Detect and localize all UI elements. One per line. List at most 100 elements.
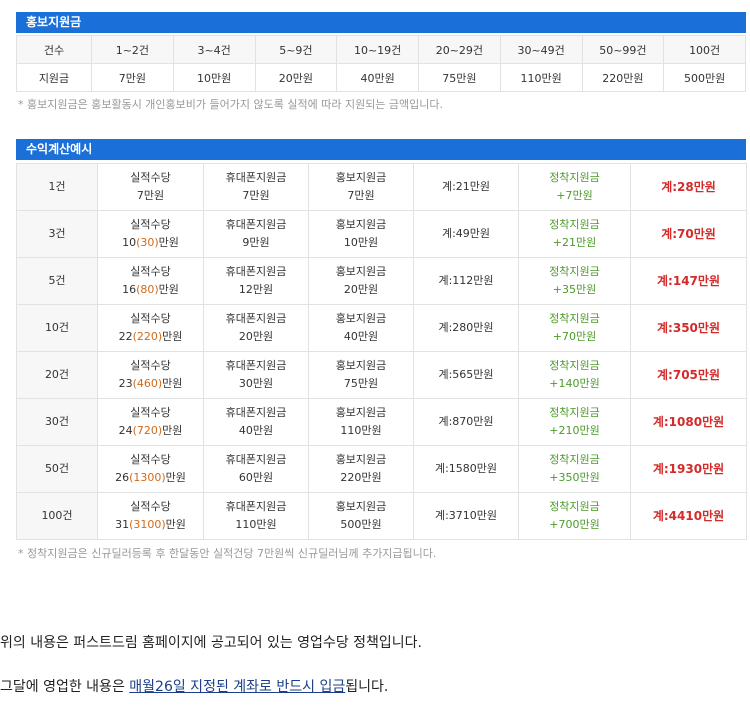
phone-value: 30만원 [238, 377, 274, 390]
amount-cell: 7만원 [91, 63, 174, 92]
promo-value: 110만원 [340, 424, 382, 437]
promo-cell: 홍보지원금 20만원 [308, 257, 414, 305]
perf-cumulative: (720) [132, 424, 163, 437]
count-cell: 5건 [16, 257, 98, 305]
perf-label: 실적수당 [130, 218, 171, 231]
perf-base: 31 [115, 518, 130, 531]
perf-cell: 실적수당 10(30)만원 [97, 210, 204, 258]
total-cell: 계:4410만원 [630, 492, 747, 540]
phone-value: 12만원 [238, 283, 274, 296]
perf-base: 16 [122, 283, 137, 296]
settle-value: +35만원 [552, 283, 597, 296]
phone-value: 20만원 [238, 330, 274, 343]
table-row: 5건 실적수당 16(80)만원 휴대폰지원금 12만원 홍보지원금 20만원 계:112만원… [16, 257, 747, 305]
count-cell: 10~19건 [336, 35, 419, 64]
perf-cell: 실적수당 26(1300)만원 [97, 445, 204, 493]
count-cell: 20~29건 [418, 35, 501, 64]
settle-cell: 정착지원금 +210만원 [518, 398, 631, 446]
promo-label: 홍보지원금 [335, 406, 387, 419]
settle-cell: 정착지원금 +350만원 [518, 445, 631, 493]
phone-label: 휴대폰지원금 [225, 171, 287, 184]
phone-value: 60만원 [238, 471, 274, 484]
phone-cell: 휴대폰지원금 110만원 [203, 492, 309, 540]
perf-label: 실적수당 [130, 500, 171, 513]
subtotal-cell: 계:112만원 [413, 257, 519, 305]
count-cell: 50~99건 [581, 35, 665, 64]
amount-cell: 20만원 [254, 63, 338, 92]
promo-value: 7만원 [347, 189, 375, 202]
perf-unit: 만원 [162, 424, 183, 437]
perf-label: 실적수당 [130, 406, 171, 419]
promo-support-header: 홍보지원금 [16, 12, 746, 33]
phone-label: 휴대폰지원금 [225, 406, 287, 419]
perf-value: 7만원 [98, 187, 203, 205]
phone-cell: 휴대폰지원금 40만원 [203, 398, 309, 446]
promo-label: 홍보지원금 [335, 453, 387, 466]
perf-cumulative: (80) [136, 283, 159, 296]
promo-cell: 홍보지원금 500만원 [308, 492, 414, 540]
payment-date-link[interactable]: 매월26일 지정된 계좌로 반드시 입금 [129, 679, 345, 695]
settle-cell: 정착지원금 +35만원 [518, 257, 631, 305]
subtotal-cell: 계:870만원 [413, 398, 519, 446]
table-row: 10건 실적수당 22(220)만원 휴대폰지원금 20만원 홍보지원금 40만원 계:280… [16, 304, 747, 352]
perf-cumulative: (460) [132, 377, 163, 390]
perf-value: 16(80)만원 [98, 281, 203, 299]
perf-cell: 실적수당 7만원 [97, 163, 204, 211]
promo-value: 10만원 [343, 236, 379, 249]
perf-cell: 실적수당 24(720)만원 [97, 398, 204, 446]
perf-cumulative: (3100) [129, 518, 166, 531]
promo-label: 홍보지원금 [335, 359, 387, 372]
promo-support-table: 건수 1~2건 3~4건 5~9건 10~19건 20~29건 30~49건 50~99건 10… [16, 35, 746, 92]
promo-cell: 홍보지원금 75만원 [308, 351, 414, 399]
promo-value: 220만원 [340, 471, 382, 484]
table-row: 1건 실적수당 7만원 휴대폰지원금 7만원 홍보지원금 7만원 계:21만원 정착지원금 +7만… [16, 163, 747, 211]
table-row: 100건 실적수당 31(3100)만원 휴대폰지원금 110만원 홍보지원금 500만원 계… [16, 492, 747, 540]
settle-value: +140만원 [549, 377, 600, 390]
phone-label: 휴대폰지원금 [225, 500, 287, 513]
settle-label: 정착지원금 [549, 312, 600, 325]
total-cell: 계:147만원 [630, 257, 747, 305]
settle-label: 정착지원금 [549, 500, 600, 513]
settle-cell: 정착지원금 +21만원 [518, 210, 631, 258]
settle-cell: 정착지원금 +140만원 [518, 351, 631, 399]
count-cell: 1건 [16, 163, 98, 211]
perf-label: 실적수당 [130, 312, 171, 325]
subtotal-cell: 계:1580만원 [413, 445, 519, 493]
perf-unit: 만원 [165, 518, 186, 531]
total-cell: 계:1930만원 [630, 445, 747, 493]
perf-value: 23(460)만원 [98, 375, 203, 393]
settle-value: +210만원 [549, 424, 600, 437]
settle-value: +7만원 [556, 189, 593, 202]
subtotal-cell: 계:3710만원 [413, 492, 519, 540]
phone-cell: 휴대폰지원금 9만원 [203, 210, 309, 258]
phone-label: 휴대폰지원금 [225, 265, 287, 278]
settle-cell: 정착지원금 +70만원 [518, 304, 631, 352]
perf-label: 실적수당 [130, 265, 171, 278]
perf-value: 24(720)만원 [98, 422, 203, 440]
settle-label: 정착지원금 [549, 359, 600, 372]
amount-cell: 220만원 [581, 63, 665, 92]
promo-cell: 홍보지원금 40만원 [308, 304, 414, 352]
row-label: 지원금 [16, 63, 92, 92]
perf-cell: 실적수당 22(220)만원 [97, 304, 204, 352]
settle-value: +21만원 [552, 236, 597, 249]
phone-label: 휴대폰지원금 [225, 218, 287, 231]
total-cell: 계:70만원 [630, 210, 747, 258]
perf-cell: 실적수당 23(460)만원 [97, 351, 204, 399]
count-cell: 20건 [16, 351, 98, 399]
table-row: 지원금 7만원 10만원 20만원 40만원 75만원 110만원 220만원 500만원 [16, 63, 746, 92]
phone-cell: 휴대폰지원금 7만원 [203, 163, 309, 211]
count-cell: 5~9건 [254, 35, 338, 64]
perf-base: 22 [118, 330, 133, 343]
promo-cell: 홍보지원금 110만원 [308, 398, 414, 446]
promo-label: 홍보지원금 [335, 265, 387, 278]
total-cell: 계:28만원 [630, 163, 747, 211]
promo-cell: 홍보지원금 10만원 [308, 210, 414, 258]
total-cell: 계:350만원 [630, 304, 747, 352]
promo-value: 500만원 [340, 518, 382, 531]
count-cell: 3건 [16, 210, 98, 258]
promo-value: 75만원 [343, 377, 379, 390]
perf-value: 10(30)만원 [98, 234, 203, 252]
perf-unit: 만원 [162, 377, 183, 390]
payment-text-post: 됩니다. [345, 679, 389, 695]
